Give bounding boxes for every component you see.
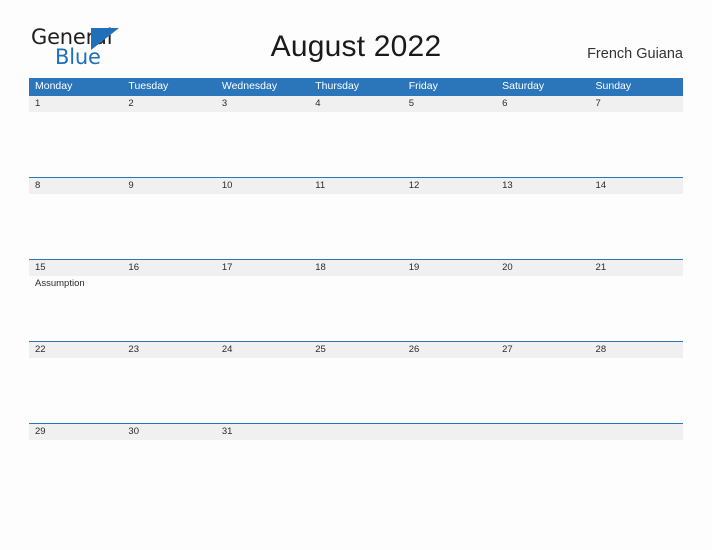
date-cell[interactable]: 3 — [216, 96, 309, 112]
date-cell[interactable]: 8 — [29, 178, 122, 194]
event-cell[interactable] — [122, 194, 215, 259]
event-cell[interactable] — [403, 194, 496, 259]
weekday-header-tuesday: Tuesday — [128, 80, 169, 92]
page-header: General Blue August 2022 French Guiana — [0, 0, 712, 76]
event-cell — [309, 440, 402, 505]
week-row: 1 2 3 4 5 6 7 — [29, 95, 683, 177]
event-cell[interactable] — [403, 276, 496, 341]
event-cell[interactable] — [29, 194, 122, 259]
event-cell[interactable] — [496, 112, 589, 177]
event-cell[interactable] — [29, 112, 122, 177]
date-cell[interactable]: 11 — [309, 178, 402, 194]
date-cell — [496, 424, 589, 440]
date-cell[interactable]: 19 — [403, 260, 496, 276]
date-cell[interactable]: 22 — [29, 342, 122, 358]
region-label: French Guiana — [587, 46, 683, 62]
event-cell[interactable] — [216, 358, 309, 423]
event-cell[interactable] — [122, 112, 215, 177]
weekday-header-friday: Friday — [408, 80, 438, 92]
week-row: 15 16 17 18 19 20 21 Assumption — [29, 259, 683, 341]
weekday-header-monday: Monday — [35, 80, 73, 92]
date-cell — [403, 424, 496, 440]
date-cell[interactable]: 15 — [29, 260, 122, 276]
date-cell[interactable]: 7 — [590, 96, 683, 112]
event-cell[interactable] — [309, 112, 402, 177]
date-cell[interactable]: 6 — [496, 96, 589, 112]
event-cell[interactable] — [309, 194, 402, 259]
date-cell[interactable]: 14 — [590, 178, 683, 194]
date-cell[interactable]: 29 — [29, 424, 122, 440]
date-cell[interactable]: 17 — [216, 260, 309, 276]
event-cell[interactable] — [590, 276, 683, 341]
event-cell[interactable] — [122, 276, 215, 341]
date-band: 1 2 3 4 5 6 7 — [29, 96, 683, 112]
event-cell[interactable] — [590, 358, 683, 423]
date-cell[interactable]: 26 — [403, 342, 496, 358]
date-cell[interactable]: 25 — [309, 342, 402, 358]
date-cell[interactable]: 2 — [122, 96, 215, 112]
event-cell-holiday[interactable]: Assumption — [29, 276, 122, 341]
event-cell[interactable] — [309, 358, 402, 423]
date-band: 29 30 31 — [29, 424, 683, 440]
event-cell[interactable] — [29, 358, 122, 423]
date-cell[interactable]: 28 — [590, 342, 683, 358]
event-cell[interactable] — [216, 194, 309, 259]
date-cell[interactable]: 20 — [496, 260, 589, 276]
event-cell — [403, 440, 496, 505]
event-cell[interactable] — [122, 358, 215, 423]
event-cell[interactable] — [309, 276, 402, 341]
event-band — [29, 440, 683, 505]
event-cell — [590, 440, 683, 505]
week-row: 29 30 31 — [29, 423, 683, 505]
weekday-header-wednesday: Wednesday — [221, 80, 278, 92]
event-cell[interactable] — [216, 440, 309, 505]
date-cell[interactable]: 10 — [216, 178, 309, 194]
event-band — [29, 358, 683, 423]
date-cell[interactable]: 23 — [122, 342, 215, 358]
event-band: Assumption — [29, 276, 683, 341]
date-cell[interactable]: 4 — [309, 96, 402, 112]
date-cell[interactable]: 18 — [309, 260, 402, 276]
date-band: 8 9 10 11 12 13 14 — [29, 178, 683, 194]
weekday-header-saturday: Saturday — [502, 80, 545, 92]
date-cell[interactable]: 24 — [216, 342, 309, 358]
event-cell[interactable] — [590, 194, 683, 259]
date-cell — [590, 424, 683, 440]
event-cell[interactable] — [590, 112, 683, 177]
date-cell[interactable]: 16 — [122, 260, 215, 276]
weekday-header-sunday: Sunday — [595, 80, 632, 92]
event-cell[interactable] — [403, 112, 496, 177]
date-cell[interactable]: 5 — [403, 96, 496, 112]
week-row: 8 9 10 11 12 13 14 — [29, 177, 683, 259]
event-cell[interactable] — [496, 358, 589, 423]
date-cell — [309, 424, 402, 440]
date-cell[interactable]: 1 — [29, 96, 122, 112]
weekday-header-thursday: Thursday — [315, 80, 360, 92]
date-band: 15 16 17 18 19 20 21 — [29, 260, 683, 276]
date-band: 22 23 24 25 26 27 28 — [29, 342, 683, 358]
event-band — [29, 112, 683, 177]
date-cell[interactable]: 27 — [496, 342, 589, 358]
week-row: 22 23 24 25 26 27 28 — [29, 341, 683, 423]
event-cell — [496, 440, 589, 505]
date-cell[interactable]: 31 — [216, 424, 309, 440]
date-cell[interactable]: 9 — [122, 178, 215, 194]
weekday-header-row: Monday Tuesday Wednesday Thursday Friday… — [29, 78, 683, 95]
event-band — [29, 194, 683, 259]
date-cell[interactable]: 21 — [590, 260, 683, 276]
date-cell[interactable]: 13 — [496, 178, 589, 194]
event-cell[interactable] — [403, 358, 496, 423]
event-cell[interactable] — [29, 440, 122, 505]
event-cell[interactable] — [122, 440, 215, 505]
event-cell[interactable] — [496, 194, 589, 259]
date-cell[interactable]: 30 — [122, 424, 215, 440]
event-cell[interactable] — [216, 112, 309, 177]
event-cell[interactable] — [216, 276, 309, 341]
calendar-table: Monday Tuesday Wednesday Thursday Friday… — [29, 78, 683, 505]
date-cell[interactable]: 12 — [403, 178, 496, 194]
event-cell[interactable] — [496, 276, 589, 341]
